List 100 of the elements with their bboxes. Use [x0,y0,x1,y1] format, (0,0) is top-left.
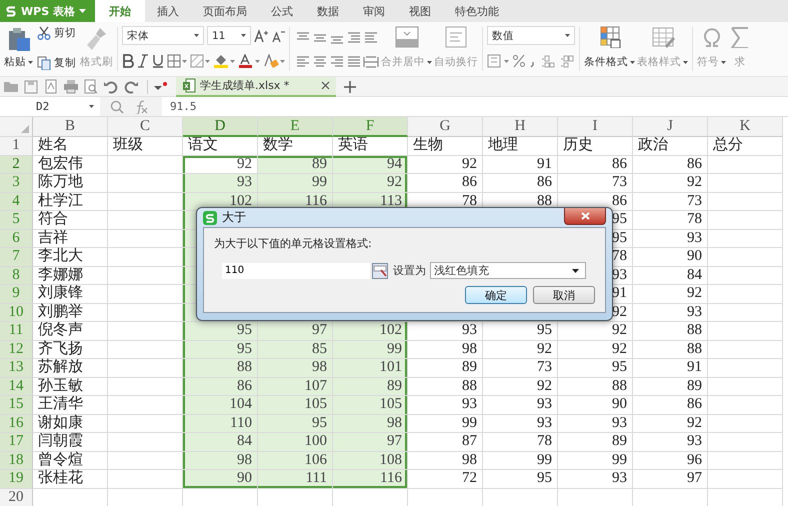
column-header[interactable]: H [483,117,558,137]
fill-bucket-icon[interactable] [213,54,235,68]
underline-icon[interactable] [152,54,164,68]
distribute-icon[interactable] [363,54,379,68]
indent-increase-icon[interactable] [346,30,362,44]
table-cell: 88 [558,378,633,396]
column-header[interactable]: J [633,117,708,137]
eraser-icon[interactable] [263,54,285,68]
table-cell: 84 [183,433,258,452]
font-color-icon[interactable] [238,54,260,68]
folder-icon[interactable] [3,79,19,94]
ribbon-tab[interactable]: 插入 [145,0,191,22]
ribbon-button[interactable]: 条件格式 [583,24,636,74]
paste-button[interactable]: 粘贴 [3,24,34,74]
table-cell: 政治 [633,137,708,156]
app-menu-button[interactable]: WPS 表格 [0,0,95,22]
bold-icon[interactable] [122,54,134,68]
font-name-field[interactable]: 宋体 [122,26,204,45]
table-cell: 108 [333,452,408,470]
italic-icon[interactable] [137,54,149,68]
select-all-corner-icon [21,125,29,133]
border-grid-icon[interactable] [167,54,187,68]
ribbon-tab[interactable]: 页面布局 [191,0,259,22]
table-cell: 95 [483,470,558,488]
formula-field[interactable]: 91.5 [162,97,788,116]
number-format-field[interactable]: 数值 [487,26,575,45]
currency-icon[interactable] [487,54,509,68]
document-tab[interactable]: 学生成绩单.xlsx * [176,76,336,96]
ribbon-tab[interactable]: 视图 [397,0,443,22]
row-header[interactable]: 2 [0,156,33,174]
close-icon[interactable] [321,81,330,90]
print-preview-icon[interactable] [83,79,99,94]
row-header[interactable]: 1 [0,137,33,156]
table-cell: 98 [408,452,483,470]
align-center-icon[interactable] [312,54,328,68]
table-cell: 苏解放 [33,359,108,378]
table-cell: 99 [333,340,408,359]
caret-icon [241,34,246,37]
table-cell: 93 [633,433,708,452]
table-cell: 93 [183,174,258,192]
indent-decrease-icon[interactable] [363,30,379,44]
column-header[interactable]: D [183,117,258,137]
customize-caret-icon[interactable] [154,80,168,92]
format-dropdown[interactable]: 浅红色填充 [430,262,586,279]
table-cell: 张桂花 [33,470,108,488]
column-header[interactable]: B [33,117,108,137]
close-button[interactable] [564,208,606,225]
fill-pattern-icon[interactable] [190,54,210,68]
table-cell: 总分 [708,137,783,156]
align-left-icon[interactable] [295,54,311,68]
print-icon[interactable] [63,79,79,94]
range-picker-icon[interactable] [372,262,388,278]
table-cell: 87 [408,433,483,452]
table-cell: 90 [558,396,633,414]
cancel-button[interactable]: 取消 [533,286,595,304]
ok-button[interactable]: 确定 [465,286,527,304]
decimal-decrease-icon[interactable] [559,54,575,68]
table-cell: 73 [558,174,633,192]
percent-icon[interactable] [512,54,526,68]
table-cell: 99 [483,452,558,470]
font-size-field[interactable]: 11 [207,26,251,45]
decimal-increase-icon[interactable] [540,54,556,68]
column-header[interactable]: E [258,117,333,137]
app-logo-icon [203,210,217,224]
justify-icon[interactable] [346,54,362,68]
table-cell: 97 [333,433,408,452]
name-box[interactable]: D2 [0,97,100,116]
column-header[interactable]: G [408,117,483,137]
copy-button[interactable]: 复制 [37,56,76,70]
column-header[interactable]: C [108,117,183,137]
table-cell: 99 [258,174,333,192]
ribbon-tab[interactable]: 公式 [259,0,305,22]
table-cell: 92 [633,285,708,304]
align-right-icon[interactable] [329,54,345,68]
column-header[interactable]: I [558,117,633,137]
ribbon-tab[interactable]: 审阅 [351,0,397,22]
new-tab-plus-icon[interactable] [344,80,356,92]
value-field[interactable]: 110 [222,262,370,278]
column-header[interactable]: K [708,117,783,137]
table-cell: 88 [183,359,258,378]
table-cell: 89 [258,156,333,174]
undo-icon[interactable] [103,79,119,94]
ribbon-tab[interactable]: 数据 [305,0,351,22]
row-header[interactable]: 20 [0,488,33,506]
table-cell: 92 [483,340,558,359]
table-cell: 95 [258,414,333,433]
column-header[interactable]: F [333,117,408,137]
table-cell: 92 [558,322,633,340]
table-cell: 93 [408,396,483,414]
save-icon[interactable] [23,79,39,94]
prompt-text: 为大于以下值的单元格设置格式: [214,236,373,251]
redo-icon[interactable] [123,79,139,94]
table-cell: 105 [258,396,333,414]
table-cell: 符合 [33,211,108,230]
ribbon-tab[interactable]: 开始 [95,0,145,22]
pdf-export-icon[interactable] [43,79,59,94]
cut-button[interactable]: 剪切 [37,26,76,40]
ribbon-tab[interactable]: 特色功能 [443,0,511,22]
table-cell: 姓名 [33,137,108,156]
table-cell: 闫朝霞 [33,433,108,452]
